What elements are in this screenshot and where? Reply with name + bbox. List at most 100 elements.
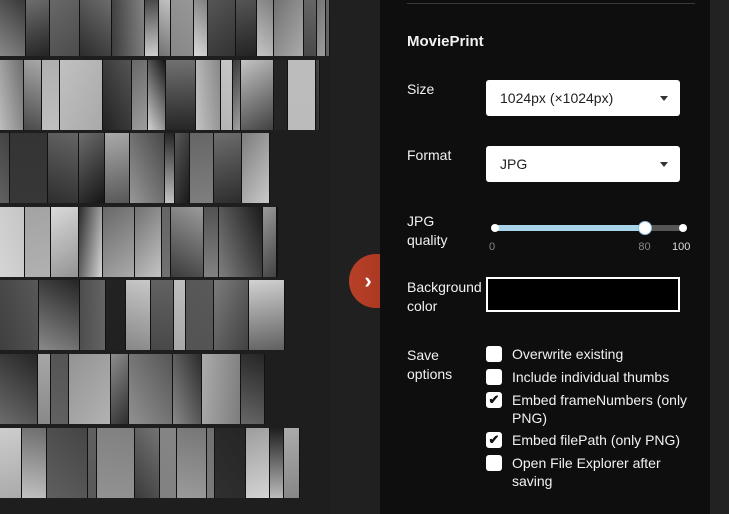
- thumbnail[interactable]: [38, 354, 51, 424]
- thumbnail[interactable]: [111, 354, 129, 424]
- thumbnail[interactable]: [274, 0, 304, 56]
- thumbnail[interactable]: [173, 354, 202, 424]
- thumbnail[interactable]: [0, 60, 24, 130]
- thumbnail[interactable]: [246, 428, 270, 498]
- thumbnail[interactable]: [263, 207, 277, 277]
- thumbnail[interactable]: [25, 207, 51, 277]
- checkmark-icon[interactable]: ✔: [486, 432, 502, 448]
- thumbnail[interactable]: [80, 0, 112, 56]
- thumbnail[interactable]: [88, 428, 97, 498]
- thumbnail[interactable]: [103, 207, 135, 277]
- thumbnail[interactable]: [241, 60, 274, 130]
- background-color-swatch[interactable]: [486, 277, 680, 312]
- thumbnail[interactable]: [42, 60, 60, 130]
- thumbnail[interactable]: [175, 133, 190, 203]
- thumbnail[interactable]: [208, 0, 236, 56]
- thumbnail[interactable]: [196, 60, 221, 130]
- thumbnail[interactable]: [97, 428, 135, 498]
- settings-panel: MoviePrint Size 1024px (×1024px) Format …: [380, 0, 710, 514]
- thumbnail[interactable]: [162, 207, 171, 277]
- thumbnail[interactable]: [39, 280, 80, 350]
- thumbnail[interactable]: [103, 60, 132, 130]
- thumbnail[interactable]: [166, 60, 196, 130]
- thumbnail[interactable]: [233, 60, 241, 130]
- thumbnail[interactable]: [219, 207, 263, 277]
- thumbnail[interactable]: [47, 428, 88, 498]
- thumbnail[interactable]: [214, 280, 249, 350]
- thumbnail[interactable]: [221, 60, 233, 130]
- thumbnail[interactable]: [186, 280, 214, 350]
- checkbox[interactable]: [486, 369, 502, 385]
- thumbnail[interactable]: [194, 0, 208, 56]
- thumbnail[interactable]: [26, 0, 50, 56]
- thumbnail[interactable]: [316, 60, 320, 130]
- thumbnail[interactable]: [79, 207, 103, 277]
- thumbnail[interactable]: [80, 280, 106, 350]
- thumbnail-row: [0, 133, 270, 203]
- thumbnail[interactable]: [288, 60, 316, 130]
- thumbnail[interactable]: [0, 428, 22, 498]
- thumbnail[interactable]: [129, 354, 173, 424]
- thumbnail[interactable]: [0, 133, 10, 203]
- thumbnail[interactable]: [106, 280, 126, 350]
- thumbnail[interactable]: [317, 0, 326, 56]
- thumbnail[interactable]: [160, 428, 177, 498]
- thumbnail[interactable]: [214, 133, 242, 203]
- thumbnail[interactable]: [69, 354, 111, 424]
- thumbnail[interactable]: [10, 133, 48, 203]
- thumbnail[interactable]: [274, 60, 288, 130]
- thumbnail[interactable]: [165, 133, 175, 203]
- thumbnail[interactable]: [215, 428, 246, 498]
- thumbnail[interactable]: [51, 207, 79, 277]
- slider-thumb[interactable]: [638, 221, 653, 235]
- thumbnail[interactable]: [190, 133, 214, 203]
- thumbnail[interactable]: [130, 133, 165, 203]
- thumbnail[interactable]: [304, 0, 317, 56]
- thumbnail[interactable]: [112, 0, 145, 56]
- thumbnail[interactable]: [236, 0, 257, 56]
- checkbox[interactable]: [486, 455, 502, 471]
- thumbnail[interactable]: [0, 280, 39, 350]
- quality-slider[interactable]: 0 80 100: [489, 215, 690, 255]
- thumbnail[interactable]: [202, 354, 241, 424]
- size-select[interactable]: 1024px (×1024px): [486, 80, 680, 116]
- quality-label: JPG quality: [407, 213, 448, 248]
- thumbnail[interactable]: [60, 60, 103, 130]
- thumbnail[interactable]: [135, 207, 162, 277]
- thumbnail[interactable]: [171, 0, 194, 56]
- thumbnail[interactable]: [171, 207, 204, 277]
- thumbnail[interactable]: [132, 60, 148, 130]
- thumbnail[interactable]: [50, 0, 80, 56]
- thumbnail[interactable]: [284, 428, 300, 498]
- thumbnail[interactable]: [105, 133, 130, 203]
- thumbnail[interactable]: [277, 207, 278, 277]
- thumbnail[interactable]: [177, 428, 207, 498]
- checkmark-icon[interactable]: ✔: [486, 392, 502, 408]
- thumbnail[interactable]: [22, 428, 47, 498]
- thumbnail[interactable]: [135, 428, 160, 498]
- thumbnail[interactable]: [79, 133, 105, 203]
- thumbnail-row: [0, 428, 300, 498]
- thumbnail[interactable]: [270, 428, 284, 498]
- thumbnail[interactable]: [174, 280, 186, 350]
- thumbnail[interactable]: [51, 354, 69, 424]
- thumbnail[interactable]: [145, 0, 159, 56]
- thumbnail[interactable]: [257, 0, 274, 56]
- thumbnail[interactable]: [126, 280, 151, 350]
- thumbnail[interactable]: [159, 0, 171, 56]
- thumbnail[interactable]: [241, 354, 265, 424]
- thumbnail[interactable]: [242, 133, 270, 203]
- thumbnail[interactable]: [24, 60, 42, 130]
- thumbnail[interactable]: [151, 280, 174, 350]
- thumbnail[interactable]: [0, 354, 38, 424]
- thumbnail[interactable]: [0, 0, 26, 56]
- checkbox[interactable]: [486, 346, 502, 362]
- format-select[interactable]: JPG: [486, 146, 680, 182]
- thumbnail[interactable]: [204, 207, 219, 277]
- thumbnail[interactable]: [148, 60, 166, 130]
- thumbnail[interactable]: [0, 207, 25, 277]
- thumbnail[interactable]: [207, 428, 215, 498]
- thumbnail[interactable]: [249, 280, 285, 350]
- chevron-right-icon: ›: [364, 268, 372, 293]
- thumbnail[interactable]: [48, 133, 79, 203]
